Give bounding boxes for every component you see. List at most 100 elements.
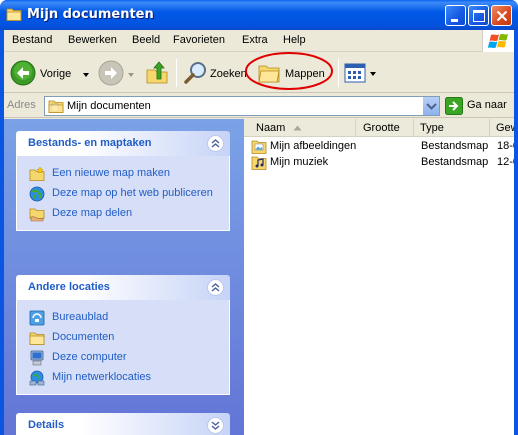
toolbar-separator (176, 59, 177, 87)
go-label: Ga naar (467, 99, 507, 111)
standard-toolbar: Vorige Zoeken Mappen (4, 52, 514, 93)
address-bar: Adres Mijn documenten Ga naar (4, 94, 514, 118)
file-type: Bestandsmap (421, 140, 489, 152)
column-label: Type (420, 122, 444, 134)
maximize-icon (473, 10, 485, 22)
other-places-title: Andere locaties (28, 281, 110, 293)
other-places-body: Bureaublad Documenten Deze computer Mijn… (16, 300, 230, 395)
menu-help[interactable]: Help (283, 34, 306, 46)
file-modified: 18-0 (497, 140, 514, 152)
place-label: Documenten (52, 331, 115, 343)
task-share-folder[interactable]: Deze map delen (17, 204, 229, 224)
menu-bestand[interactable]: Bestand (12, 34, 52, 46)
other-places-panel: Andere locaties Bureaublad Documenten De… (16, 275, 230, 395)
menu-favorieten[interactable]: Favorieten (173, 34, 225, 46)
collapse-icon[interactable] (207, 279, 224, 296)
place-label: Bureaublad (52, 311, 109, 323)
close-icon (496, 10, 508, 22)
column-label: Grootte (363, 122, 400, 134)
task-label: Een nieuwe map maken (52, 167, 171, 179)
window-title: Mijn documenten (27, 7, 154, 22)
folder-icon (29, 332, 45, 345)
sort-ascending-icon (293, 125, 302, 131)
file-tasks-body: Een nieuwe map maken Deze map op het web… (16, 156, 230, 231)
views-icon (344, 63, 366, 83)
maximize-button[interactable] (468, 5, 489, 26)
file-name: Mijn muziek (270, 156, 329, 168)
back-dropdown-icon[interactable] (82, 72, 90, 78)
network-icon (29, 370, 45, 386)
documents-folder-icon (48, 100, 64, 113)
collapse-icon[interactable] (207, 135, 224, 152)
place-network[interactable]: Mijn netwerklocaties (17, 368, 229, 388)
column-label: Naam (256, 122, 286, 134)
minimize-button[interactable] (445, 5, 466, 26)
file-tasks-panel: Bestands- en maptaken Een nieuwe map mak… (16, 131, 230, 231)
back-button[interactable]: Vorige (10, 57, 90, 89)
search-icon (184, 62, 206, 84)
up-folder-icon (146, 61, 168, 84)
place-label: Deze computer (52, 351, 127, 363)
task-pane: Bestands- en maptaken Een nieuwe map mak… (4, 119, 244, 435)
file-tasks-header[interactable]: Bestands- en maptaken (16, 131, 230, 156)
place-documents[interactable]: Documenten (17, 328, 229, 348)
column-modified[interactable]: Gew (490, 119, 514, 137)
file-tasks-title: Bestands- en maptaken (28, 137, 152, 149)
chevron-down-icon (426, 103, 437, 110)
file-name: Mijn afbeeldingen (270, 140, 357, 152)
task-new-folder[interactable]: Een nieuwe map maken (17, 164, 229, 184)
forward-button[interactable] (98, 57, 134, 89)
go-arrow-icon (445, 97, 463, 115)
menu-extra[interactable]: Extra (242, 34, 268, 46)
address-label: Adres (7, 99, 36, 111)
place-my-computer[interactable]: Deze computer (17, 348, 229, 368)
file-row[interactable]: Mijn muziek Bestandsmap 12-0 (244, 155, 514, 171)
forward-arrow-icon (98, 60, 124, 86)
explorer-window: Mijn documenten Bestand Bewerken Beeld F… (0, 0, 518, 435)
music-folder-icon (251, 156, 267, 170)
expand-icon[interactable] (207, 417, 224, 434)
file-modified: 12-0 (497, 156, 514, 168)
place-label: Mijn netwerklocaties (52, 371, 152, 383)
desktop-icon (29, 310, 45, 326)
menu-beeld[interactable]: Beeld (132, 34, 160, 46)
menu-bar: Bestand Bewerken Beeld Favorieten Extra … (4, 30, 514, 52)
forward-dropdown-icon[interactable] (127, 72, 135, 78)
menu-bewerken[interactable]: Bewerken (68, 34, 117, 46)
details-title: Details (28, 419, 65, 431)
details-header[interactable]: Details (16, 413, 230, 435)
column-size[interactable]: Grootte (356, 119, 414, 137)
column-type[interactable]: Type (414, 119, 490, 137)
windows-logo-icon (482, 30, 514, 52)
minimize-icon (451, 19, 458, 22)
toolbar-separator (338, 59, 339, 87)
address-value: Mijn documenten (67, 100, 151, 112)
task-publish-web[interactable]: Deze map op het web publiceren (17, 184, 229, 204)
file-list-view: Naam Grootte Type Gew (244, 119, 514, 435)
computer-icon (30, 350, 44, 366)
address-dropdown-button[interactable] (422, 97, 439, 115)
window-client: Bestand Bewerken Beeld Favorieten Extra … (4, 30, 514, 435)
address-field[interactable]: Mijn documenten (44, 96, 440, 116)
up-folder-button[interactable] (144, 57, 172, 89)
other-places-header[interactable]: Andere locaties (16, 275, 230, 300)
column-label: Gew (496, 122, 514, 134)
close-button[interactable] (491, 5, 512, 26)
search-label: Zoeken (210, 68, 247, 80)
details-panel: Details (16, 413, 230, 435)
views-button[interactable] (344, 57, 376, 89)
pictures-folder-icon (251, 140, 267, 154)
column-name[interactable]: Naam (244, 119, 356, 137)
task-label: Deze map delen (52, 207, 133, 219)
share-folder-icon (29, 208, 45, 222)
file-row[interactable]: Mijn afbeeldingen Bestandsmap 18-0 (244, 139, 514, 155)
file-type: Bestandsmap (421, 156, 489, 168)
highlight-ellipse (245, 52, 333, 90)
title-bar[interactable]: Mijn documenten (0, 0, 518, 30)
place-desktop[interactable]: Bureaublad (17, 308, 229, 328)
column-headers: Naam Grootte Type Gew (244, 119, 514, 137)
views-dropdown-icon[interactable] (369, 71, 377, 77)
back-arrow-icon (10, 60, 36, 86)
search-button[interactable]: Zoeken (184, 57, 250, 89)
back-label: Vorige (40, 68, 72, 80)
